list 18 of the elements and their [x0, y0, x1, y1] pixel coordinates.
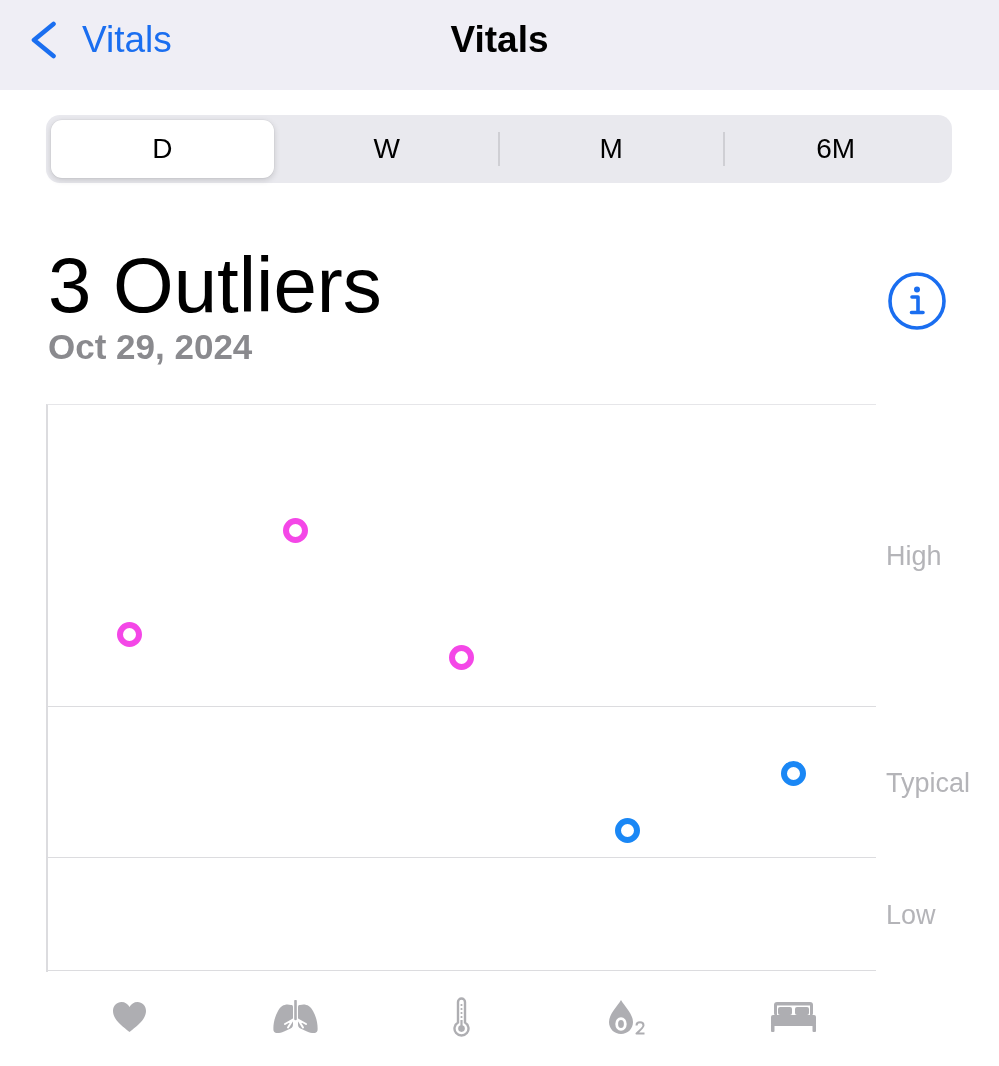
oxygen-drop-icon: [607, 998, 647, 1035]
chevron-left-icon: [30, 21, 57, 59]
segment-tab[interactable]: W: [275, 120, 498, 178]
bed-icon: [770, 1001, 816, 1032]
heart-icon: [111, 1000, 147, 1033]
band-label: Low: [886, 899, 936, 931]
segment-tab[interactable]: M: [500, 120, 723, 178]
back-button[interactable]: Vitals: [30, 19, 172, 61]
band-label: Typical: [886, 767, 971, 799]
outliers-count-title: 3 Outliers: [48, 246, 382, 324]
thermometer-icon: [451, 996, 471, 1037]
segment-tab[interactable]: D: [51, 120, 274, 178]
lungs-icon: [271, 999, 319, 1034]
info-icon[interactable]: [888, 272, 946, 330]
band-label: High: [886, 541, 942, 572]
segment-tab[interactable]: 6M: [724, 120, 947, 178]
nav-title: Vitals: [450, 17, 549, 62]
date-label: Oct 29, 2024: [48, 326, 254, 368]
